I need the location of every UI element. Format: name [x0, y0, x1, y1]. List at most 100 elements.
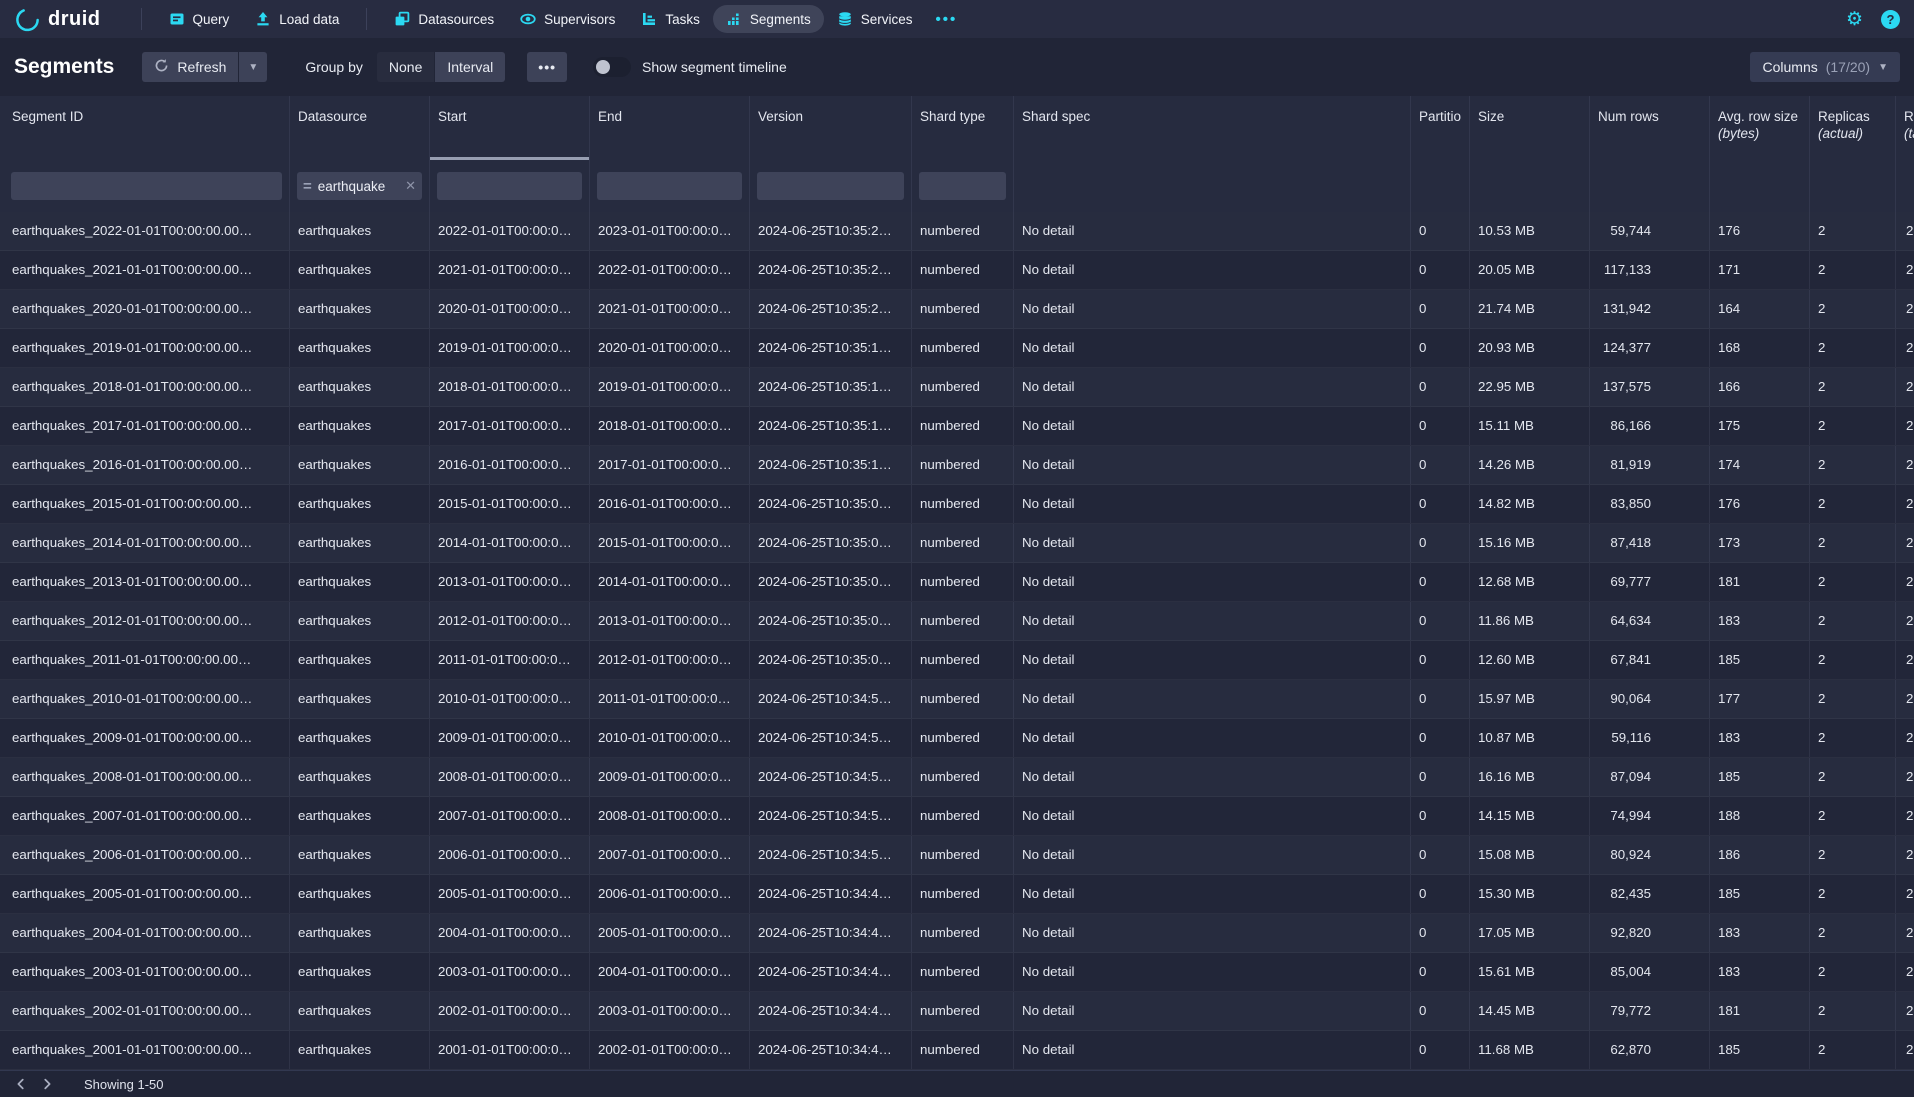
refresh-button[interactable]: Refresh	[142, 52, 238, 82]
nav-item-datasources[interactable]: Datasources	[381, 5, 507, 33]
nav-item-supervisors[interactable]: Supervisors	[507, 5, 628, 33]
datasources-icon	[394, 11, 410, 27]
cell-size: 21.74 MB	[1470, 290, 1590, 328]
cell-version: 2024-06-25T10:34:4…	[750, 875, 912, 913]
cell-replicas: 2	[1810, 953, 1896, 991]
column-label: Partition	[1419, 109, 1461, 124]
column-header-partition[interactable]: Partition	[1411, 96, 1470, 160]
cell-num_rows: 67,841	[1590, 641, 1710, 679]
version-filter-input[interactable]	[757, 172, 904, 200]
cell-shard_type: numbered	[912, 914, 1014, 952]
column-header-shard_type[interactable]: Shard type	[912, 96, 1014, 160]
nav-item-label: Load data	[279, 12, 339, 27]
tasks-icon	[641, 11, 657, 27]
gear-icon[interactable]: ⚙	[1846, 10, 1863, 29]
previous-page-button[interactable]	[8, 1073, 34, 1095]
cell-repl_factor: 2	[1896, 797, 1914, 835]
nav-item-segments[interactable]: Segments	[713, 5, 824, 33]
column-sublabel: (bytes)	[1718, 126, 1801, 141]
segment-id-filter-input[interactable]	[11, 172, 282, 200]
cell-start: 2017-01-01T00:00:0…	[430, 407, 590, 445]
end-filter-input[interactable]	[597, 172, 742, 200]
nav-more-button[interactable]: •••	[925, 11, 967, 28]
cell-size: 22.95 MB	[1470, 368, 1590, 406]
cell-partition: 0	[1411, 875, 1470, 913]
column-header-version[interactable]: Version	[750, 96, 912, 160]
cell-avg_row_size: 177	[1710, 680, 1810, 718]
column-header-avg_row_size[interactable]: Avg. row size(bytes)	[1710, 96, 1810, 160]
cell-shard_spec: No detail	[1014, 758, 1411, 796]
cell-num_rows: 86,166	[1590, 407, 1710, 445]
group-by-interval-button[interactable]: Interval	[435, 52, 505, 82]
group-by-none-button[interactable]: None	[377, 52, 434, 82]
cell-start: 2007-01-01T00:00:0…	[430, 797, 590, 835]
cell-size: 15.11 MB	[1470, 407, 1590, 445]
column-label: Segment ID	[12, 109, 281, 124]
column-header-end[interactable]: End	[590, 96, 750, 160]
column-header-shard_spec[interactable]: Shard spec	[1014, 96, 1411, 160]
next-page-button[interactable]	[34, 1073, 60, 1095]
start-filter-input[interactable]	[437, 172, 582, 200]
cell-size: 14.26 MB	[1470, 446, 1590, 484]
nav-item-label: Tasks	[665, 12, 700, 27]
cell-end: 2022-01-01T00:00:0…	[590, 251, 750, 289]
segment-timeline-toggle[interactable]	[593, 57, 631, 77]
nav-item-tasks[interactable]: Tasks	[628, 5, 713, 33]
nav-item-query[interactable]: Query	[156, 5, 243, 33]
table-row: earthquakes_2015-01-01T00:00:00.00…earth…	[0, 485, 1914, 524]
remove-filter-icon[interactable]: ✕	[405, 178, 416, 194]
nav-item-label: Supervisors	[544, 12, 615, 27]
cell-repl_factor: 2	[1896, 641, 1914, 679]
cell-num_rows: 117,133	[1590, 251, 1710, 289]
cell-end: 2003-01-01T00:00:0…	[590, 992, 750, 1030]
cell-num_rows: 81,919	[1590, 446, 1710, 484]
cell-repl_factor: 2	[1896, 992, 1914, 1030]
table-row: earthquakes_2006-01-01T00:00:00.00…earth…	[0, 836, 1914, 875]
cell-partition: 0	[1411, 719, 1470, 757]
shard-type-filter-input[interactable]	[919, 172, 1006, 200]
column-label: Shard spec	[1022, 109, 1402, 124]
cell-replicas: 2	[1810, 368, 1896, 406]
cell-avg_row_size: 183	[1710, 602, 1810, 640]
cell-start: 2005-01-01T00:00:0…	[430, 875, 590, 913]
column-label: Replication factor	[1904, 109, 1914, 124]
cell-shard_type: numbered	[912, 329, 1014, 367]
cell-datasource: earthquakes	[290, 875, 430, 913]
column-sublabel: (target)	[1904, 126, 1914, 141]
cell-end: 2010-01-01T00:00:0…	[590, 719, 750, 757]
cell-replicas: 2	[1810, 563, 1896, 601]
cell-datasource: earthquakes	[290, 1031, 430, 1069]
showing-range-label: Showing 1-50	[84, 1077, 164, 1092]
column-header-num_rows[interactable]: Num rows	[1590, 96, 1710, 160]
columns-dropdown-button[interactable]: Columns (17/20) ▼	[1750, 52, 1900, 82]
cell-datasource: earthquakes	[290, 563, 430, 601]
cell-replicas: 2	[1810, 407, 1896, 445]
cell-version: 2024-06-25T10:35:2…	[750, 251, 912, 289]
column-header-replicas[interactable]: Replicas(actual)	[1810, 96, 1896, 160]
segment-timeline-toggle-label[interactable]: Show segment timeline	[642, 59, 787, 75]
cell-replicas: 2	[1810, 602, 1896, 640]
column-header-size[interactable]: Size	[1470, 96, 1590, 160]
cell-num_rows: 74,994	[1590, 797, 1710, 835]
help-icon[interactable]: ?	[1881, 10, 1900, 29]
page-title: Segments	[14, 55, 114, 79]
column-header-repl_factor[interactable]: Replication factor (target)	[1896, 96, 1914, 160]
toolbar-more-button[interactable]: •••	[527, 52, 567, 82]
cell-avg_row_size: 173	[1710, 524, 1810, 562]
druid-logo[interactable]: druid	[14, 6, 101, 33]
cell-end: 2004-01-01T00:00:0…	[590, 953, 750, 991]
column-header-datasource[interactable]: Datasource	[290, 96, 430, 160]
column-header-start[interactable]: Start	[430, 96, 590, 160]
cell-shard_spec: No detail	[1014, 992, 1411, 1030]
refresh-dropdown-button[interactable]: ▼	[239, 52, 267, 82]
nav-item-load-data[interactable]: Load data	[242, 5, 352, 33]
cell-version: 2024-06-25T10:34:5…	[750, 680, 912, 718]
datasource-filter-chip[interactable]: = earthquake ✕	[297, 172, 422, 200]
table-row: earthquakes_2002-01-01T00:00:00.00…earth…	[0, 992, 1914, 1031]
column-header-segment_id[interactable]: Segment ID	[0, 96, 290, 160]
nav-item-services[interactable]: Services	[824, 5, 926, 33]
cell-end: 2005-01-01T00:00:0…	[590, 914, 750, 952]
cell-partition: 0	[1411, 1031, 1470, 1069]
segments-icon	[726, 11, 742, 27]
cell-shard_spec: No detail	[1014, 875, 1411, 913]
